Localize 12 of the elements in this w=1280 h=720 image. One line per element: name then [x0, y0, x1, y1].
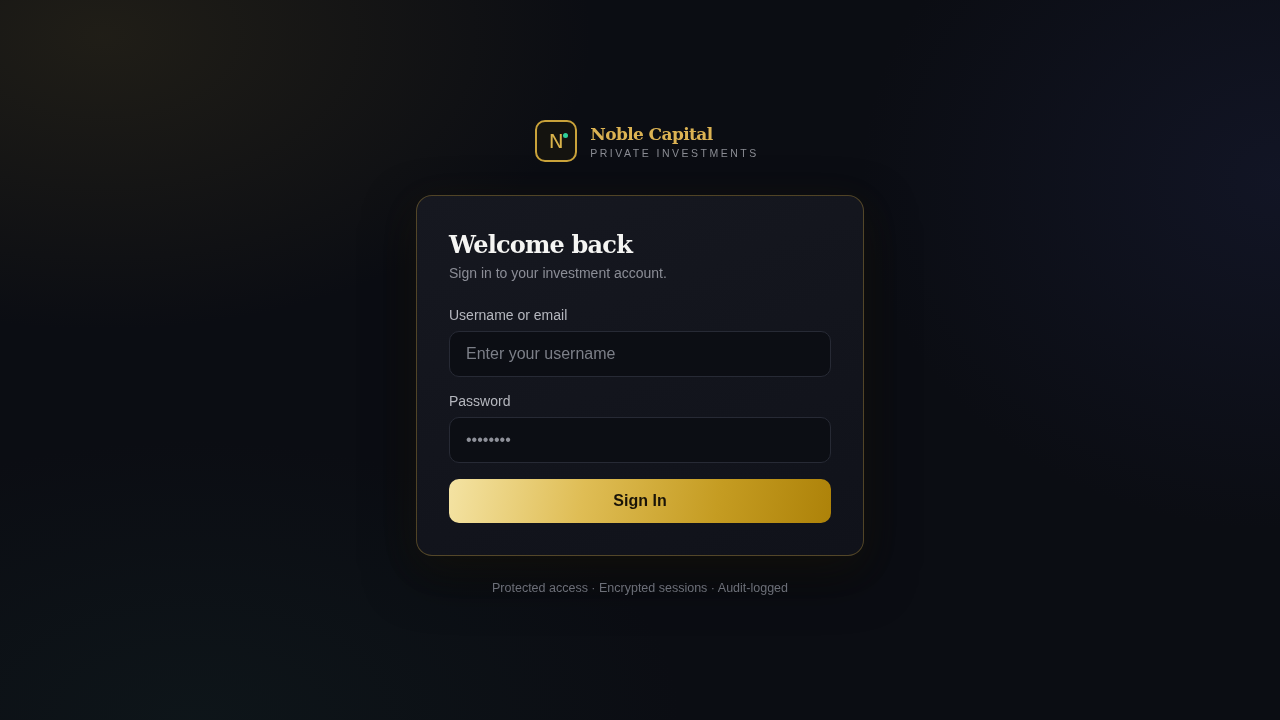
field-label: Username or email [449, 306, 569, 325]
input-field[interactable]: •••••••• [449, 417, 831, 463]
brand-tagline: PRIVATE INVESTMENTS [590, 145, 759, 160]
field-label: Password [449, 392, 512, 411]
card-title: Welcome back [449, 229, 634, 261]
input-field[interactable]: Enter your username [449, 331, 831, 377]
sign-in-button[interactable]: Sign In [449, 479, 831, 523]
footer-note: Protected access · Encrypted sessions · Audit-logged [492, 580, 788, 596]
card-subtitle: Sign in to your investment account. [449, 264, 668, 283]
logo-letter: N [548, 131, 564, 151]
brand-name: Noble Capital [590, 122, 714, 145]
dot-icon [563, 133, 569, 138]
